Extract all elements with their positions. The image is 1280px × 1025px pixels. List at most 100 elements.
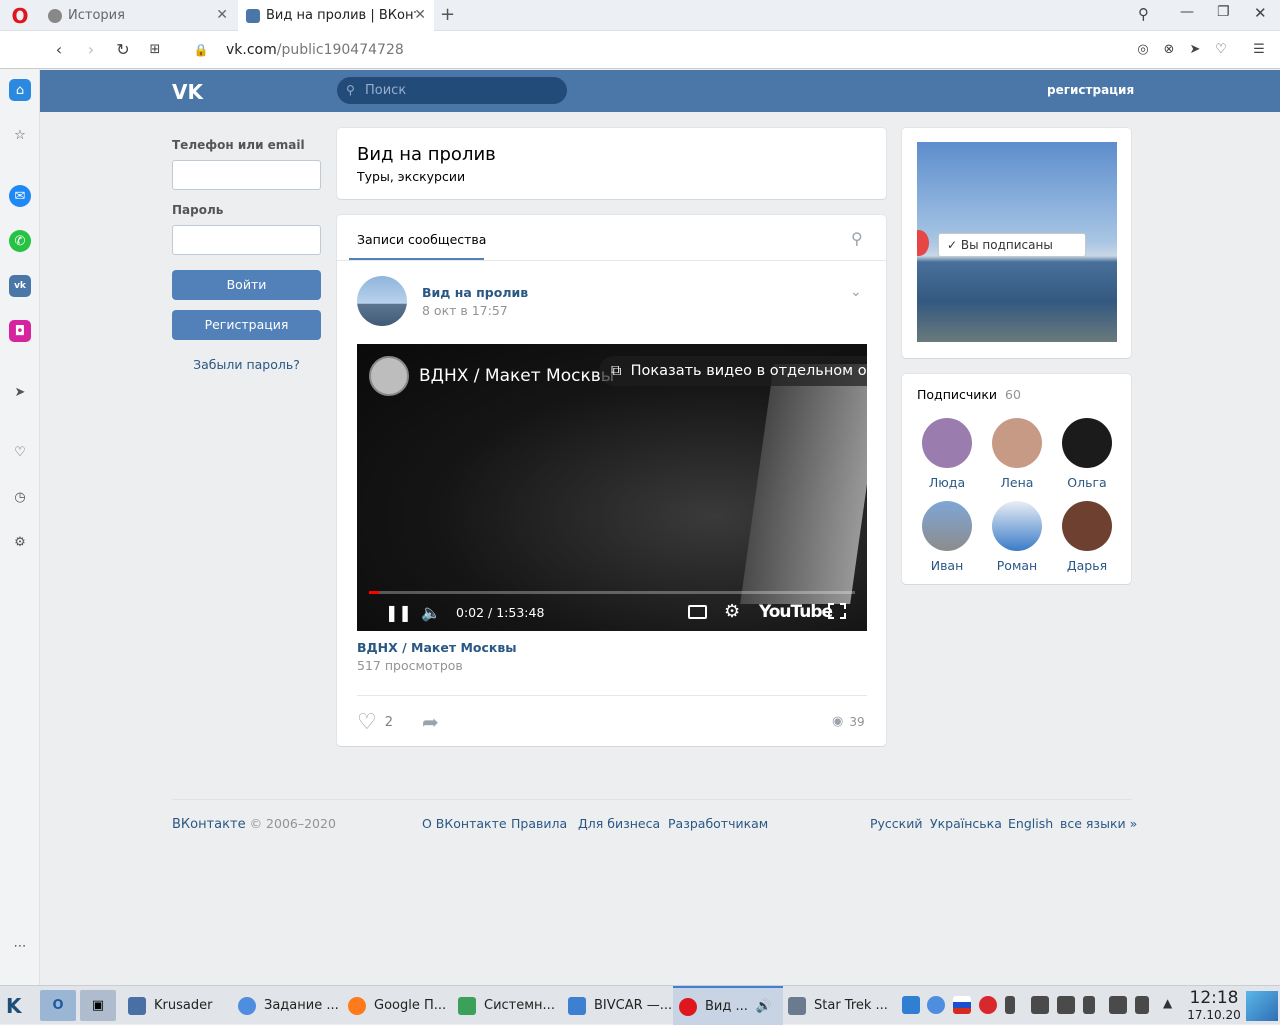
share-icon[interactable]: ➦ <box>422 710 439 734</box>
search-input[interactable]: ⚲ Поиск <box>337 77 567 104</box>
home-icon[interactable]: ⌂ <box>9 79 31 101</box>
star-icon[interactable]: ☆ <box>9 124 31 146</box>
url-field[interactable]: vk.com/public190474728 <box>226 42 404 58</box>
taskbar-item-google[interactable]: Google П... <box>348 986 453 1025</box>
usb-icon[interactable] <box>1005 996 1015 1014</box>
video-link[interactable]: ВДНХ / Макет Москвы <box>357 640 517 655</box>
lock-icon[interactable]: 🔒 <box>190 39 212 61</box>
channel-avatar[interactable] <box>369 356 409 396</box>
subscriber-card[interactable]: Иван <box>916 501 978 573</box>
russian-flag-icon[interactable] <box>953 996 971 1014</box>
settings-gear-icon[interactable]: ⚙ <box>724 601 740 622</box>
footer-link-business[interactable]: Для бизнеса <box>578 816 660 831</box>
fullscreen-icon[interactable] <box>828 603 846 619</box>
footer-brand-link[interactable]: ВКонтакте <box>172 817 246 832</box>
back-button[interactable]: ‹ <box>48 39 70 61</box>
subscribers-title[interactable]: Подписчики 60 <box>917 387 1021 402</box>
footer-link-about[interactable]: О ВКонтакте <box>422 816 507 831</box>
tab-posts[interactable]: Записи сообщества <box>357 232 486 247</box>
clock[interactable]: 12:18 17.10.20 <box>1186 989 1242 1023</box>
taskbar-item-vk[interactable]: Вид ... 🔊 <box>673 986 783 1025</box>
vk-logo[interactable]: VK <box>172 80 206 104</box>
taskbar-item-system[interactable]: Системн... <box>458 986 563 1025</box>
lang-english[interactable]: English <box>1008 816 1053 831</box>
rss-icon[interactable] <box>1031 996 1049 1014</box>
close-window-button[interactable]: ✕ <box>1254 4 1267 22</box>
subscriber-card[interactable]: Люда <box>916 418 978 490</box>
send-icon[interactable]: ➤ <box>1184 39 1206 61</box>
popout-button[interactable]: ⧉ Показать видео в отдельном ок <box>599 356 867 386</box>
like-button[interactable]: ♡ 2 <box>357 710 393 735</box>
show-desktop-icon[interactable]: ▣ <box>80 990 116 1021</box>
subscriber-card[interactable]: Лена <box>986 418 1048 490</box>
post-date[interactable]: 8 окт в 17:57 <box>422 303 508 318</box>
subscriber-card[interactable]: Ольга <box>1056 418 1118 490</box>
opera-launcher-icon[interactable]: O <box>40 990 76 1021</box>
lock-tray-icon[interactable] <box>1083 996 1095 1014</box>
messenger-icon[interactable]: ✉ <box>9 185 31 207</box>
volume-tray-icon[interactable] <box>1109 996 1127 1014</box>
close-icon[interactable]: ✕ <box>414 7 426 23</box>
vk-icon[interactable]: vk <box>9 275 31 297</box>
kde-menu-icon[interactable]: K <box>6 994 22 1018</box>
taskbar-item-startrek[interactable]: Star Trek ... <box>788 986 893 1025</box>
video-title[interactable]: ВДНХ / Макет Москвы <box>419 366 614 386</box>
whatsapp-icon[interactable]: ✆ <box>9 230 31 252</box>
pause-button[interactable]: ❚❚ <box>385 603 412 622</box>
tabs-grid-icon[interactable]: ⊞ <box>144 39 166 61</box>
subtitles-icon[interactable] <box>688 605 707 619</box>
footer-link-developers[interactable]: Разработчикам <box>668 816 768 831</box>
reload-button[interactable]: ↻ <box>112 39 134 61</box>
taskbar-item-krusader[interactable]: Krusader <box>128 986 233 1025</box>
more-icon[interactable]: ⋯ <box>9 935 31 957</box>
expand-tray-icon[interactable]: ▲ <box>1163 996 1172 1010</box>
volume-icon[interactable]: 🔈 <box>421 603 441 622</box>
lang-russian[interactable]: Русский <box>870 816 922 831</box>
settings-menu-icon[interactable]: ☰ <box>1248 39 1270 61</box>
mega-icon[interactable] <box>979 996 997 1014</box>
taskbar-item-task[interactable]: Задание ... <box>238 986 343 1025</box>
opera-logo-icon[interactable]: O <box>9 5 31 27</box>
video-player[interactable]: ВДНХ / Макет Москвы ⧉ Показать видео в о… <box>357 344 867 631</box>
forgot-password-link[interactable]: Забыли пароль? <box>172 357 321 372</box>
lang-all[interactable]: все языки » <box>1060 816 1137 831</box>
restore-button[interactable]: ❐ <box>1217 4 1230 20</box>
subscriber-card[interactable]: Дарья <box>1056 501 1118 573</box>
lang-ukrainian[interactable]: Українська <box>930 816 1002 831</box>
search-icon[interactable]: ⚲ <box>1138 5 1149 23</box>
register-link[interactable]: регистрация <box>1047 83 1134 97</box>
instagram-icon[interactable]: ◘ <box>9 320 31 342</box>
clipboard-icon[interactable] <box>1135 996 1149 1014</box>
register-button[interactable]: Регистрация <box>172 310 321 340</box>
tab-history[interactable]: История ✕ <box>40 0 236 31</box>
taskbar-item-bivcar[interactable]: BIVCAR —... <box>568 986 673 1025</box>
adblock-icon[interactable]: ⊗ <box>1158 39 1180 61</box>
gear-icon[interactable]: ⚙ <box>9 531 31 553</box>
minimize-button[interactable]: — <box>1180 4 1194 20</box>
heart-icon[interactable]: ♡ <box>9 441 31 463</box>
history-icon[interactable]: ◷ <box>9 486 31 508</box>
close-icon[interactable]: ✕ <box>216 7 228 23</box>
chromium-tray-icon[interactable] <box>927 996 945 1014</box>
desktop-preview-icon[interactable] <box>1246 991 1278 1021</box>
phone-field[interactable] <box>172 160 321 190</box>
avatar[interactable] <box>357 276 407 326</box>
password-field[interactable] <box>172 225 321 255</box>
chevron-down-icon[interactable]: ⌄ <box>850 284 862 300</box>
heart-icon[interactable]: ♡ <box>1210 39 1232 61</box>
footer-link-rules[interactable]: Правила <box>511 816 567 831</box>
cover-image[interactable]: ✓ Вы подписаны ☝ <box>917 142 1117 342</box>
flow-send-icon[interactable]: ➤ <box>9 381 31 403</box>
youtube-logo[interactable]: YouTube <box>759 602 833 622</box>
new-tab-button[interactable]: + <box>440 4 455 25</box>
network-icon[interactable] <box>1057 996 1075 1014</box>
tab-vk[interactable]: Вид на пролив | ВКонт ✕ <box>238 0 434 31</box>
camera-icon[interactable]: ◎ <box>1132 39 1154 61</box>
wall-search-icon[interactable]: ⚲ <box>851 229 863 248</box>
post-author-link[interactable]: Вид на пролив <box>422 285 528 300</box>
forward-button[interactable]: › <box>80 39 102 61</box>
info-tray-icon[interactable] <box>902 996 920 1014</box>
video-progress-track[interactable] <box>369 591 855 594</box>
subscriber-card[interactable]: Роман <box>986 501 1048 573</box>
login-button[interactable]: Войти <box>172 270 321 300</box>
